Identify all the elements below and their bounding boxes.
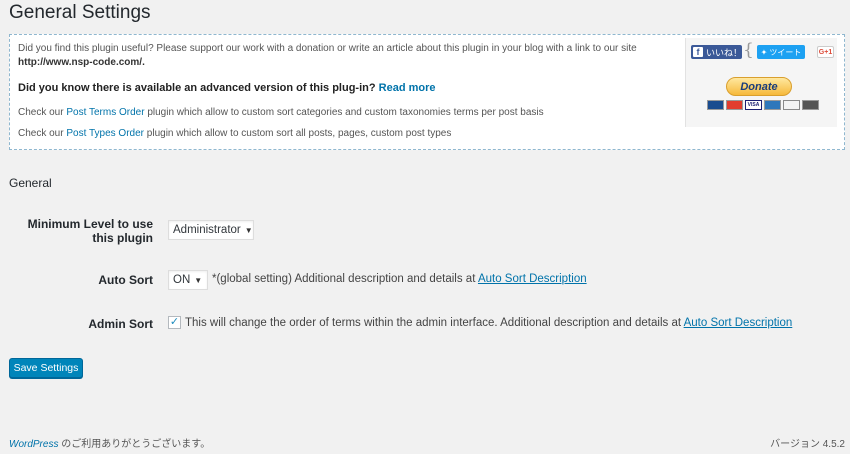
- footer-thanks: WordPress のご利用ありがとうございます。: [9, 435, 210, 450]
- auto-sort-label: Auto Sort: [98, 273, 153, 287]
- checkmark-icon: ✓: [169, 316, 180, 328]
- tweet-label: ツイート: [769, 47, 802, 57]
- auto-sort-selected: ON: [173, 274, 191, 286]
- amex-icon: [764, 100, 781, 110]
- auto-sort-select[interactable]: ON ▼: [168, 270, 208, 290]
- auto-sort-description-link[interactable]: Auto Sort Description: [478, 273, 587, 285]
- post-types-order-prefix: Check our: [18, 128, 64, 139]
- visa-icon: VISA: [745, 100, 762, 110]
- page-title: General Settings: [9, 2, 151, 23]
- admin-sort-description: This will change the order of terms with…: [185, 317, 792, 329]
- post-types-order-link[interactable]: Post Types Order: [66, 128, 144, 139]
- chevron-down-icon: ▼: [244, 225, 253, 235]
- discover-icon: [783, 100, 800, 110]
- facebook-icon: f: [693, 47, 703, 57]
- site-url-text: http://www.nsp-code.com/.: [18, 57, 145, 68]
- advanced-version-question: Did you know there is available an advan…: [18, 82, 376, 94]
- donate-button[interactable]: Donate: [726, 77, 792, 96]
- google-plus-button[interactable]: G+1: [817, 46, 834, 58]
- bank-icon: [802, 100, 819, 110]
- support-text: Did you find this plugin useful? Please …: [18, 43, 637, 54]
- admin-sort-label: Admin Sort: [88, 317, 153, 331]
- post-terms-order-link[interactable]: Post Terms Order: [66, 107, 144, 118]
- admin-sort-description-text: This will change the order of terms with…: [185, 317, 682, 329]
- twitter-bird-icon: ✦: [760, 47, 768, 57]
- min-level-selected: Administrator: [173, 224, 241, 236]
- post-terms-order-text: Check our Post Terms Order plugin which …: [18, 107, 544, 118]
- auto-sort-description: *(global setting) Additional description…: [212, 273, 587, 285]
- advanced-version-text: Did you know there is available an advan…: [18, 82, 436, 94]
- chevron-down-icon: ▼: [194, 275, 203, 285]
- plugin-info-box: Did you find this plugin useful? Please …: [9, 34, 845, 150]
- footer-version: バージョン 4.5.2: [770, 439, 845, 450]
- save-settings-button[interactable]: Save Settings: [9, 358, 83, 378]
- facebook-like-label: いいね！: [706, 47, 743, 58]
- post-terms-order-prefix: Check our: [18, 107, 64, 118]
- count-bubble-icon: {: [743, 40, 754, 60]
- payment-cards: VISA: [707, 100, 819, 110]
- min-level-select[interactable]: Administrator ▼: [168, 220, 254, 240]
- footer-thanks-text: のご利用ありがとうございます。: [61, 439, 211, 450]
- mastercard-icon: [726, 100, 743, 110]
- admin-sort-checkbox[interactable]: ✓: [168, 316, 181, 329]
- maestro-card-icon: [707, 100, 724, 110]
- social-share-panel: f いいね！ { ✦ ツイート G+1 Donate VISA: [685, 38, 837, 127]
- auto-sort-description-text: *(global setting) Additional description…: [212, 273, 476, 285]
- wordpress-link[interactable]: WordPress: [9, 439, 58, 450]
- min-level-label: Minimum Level to use this plugin: [27, 217, 153, 245]
- admin-sort-description-link[interactable]: Auto Sort Description: [684, 317, 793, 329]
- facebook-like-button[interactable]: f いいね！: [691, 45, 742, 59]
- section-title-general: General: [9, 176, 52, 190]
- read-more-link[interactable]: Read more: [379, 82, 436, 94]
- post-types-order-text: Check our Post Types Order plugin which …: [18, 128, 451, 139]
- post-terms-order-suffix: plugin which allow to custom sort catego…: [147, 107, 544, 118]
- post-types-order-suffix: plugin which allow to custom sort all po…: [146, 128, 452, 139]
- tweet-button[interactable]: ✦ ツイート: [757, 45, 805, 59]
